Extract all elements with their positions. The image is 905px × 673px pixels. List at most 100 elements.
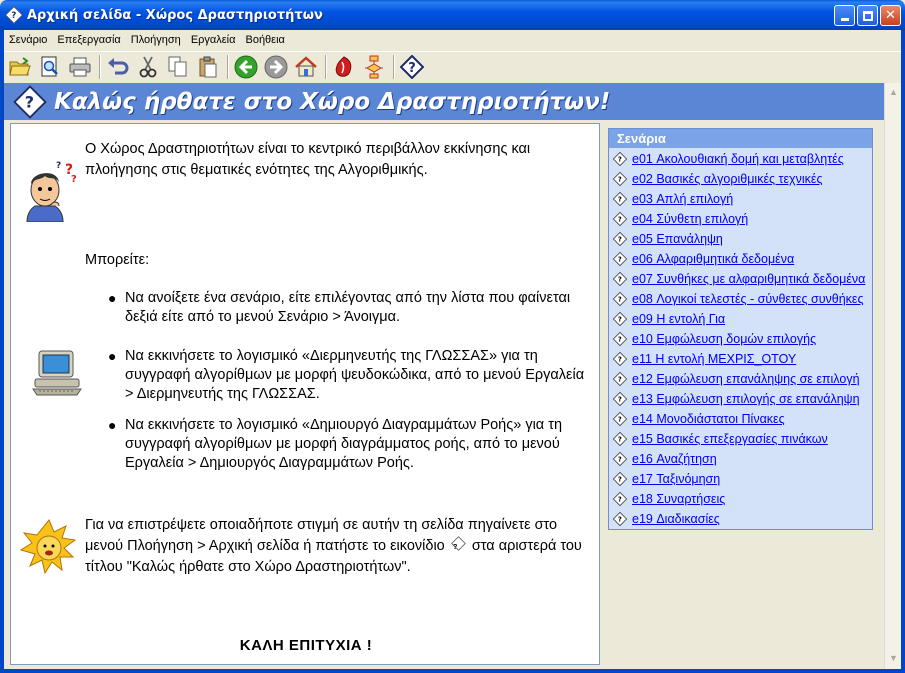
scenario-link[interactable]: e13 Εμφώλευση επιλογής σε επανάληψη: [632, 392, 860, 406]
scenario-help-icon: ?: [612, 431, 628, 447]
intro-text: Ο Χώρος Δραστηριοτήτων είναι το κεντρικό…: [85, 141, 531, 178]
menu-edit[interactable]: Επεξεργασία: [52, 34, 125, 46]
scenario-item-e07[interactable]: ? e07 Συνθήκες με αλφαριθμητικά δεδομένα: [609, 269, 872, 289]
scenario-item-e01[interactable]: ? e01 Ακολουθιακή δομή και μεταβλητές: [609, 149, 872, 169]
you-can-label: Μπορείτε:: [85, 252, 150, 268]
help-button[interactable]: ?: [398, 53, 426, 81]
maximize-button[interactable]: [857, 5, 878, 26]
copy-icon: [168, 56, 187, 76]
scenario-item-e16[interactable]: ? e16 Αναζήτηση: [609, 449, 872, 469]
scenario-help-glyph: ?: [618, 215, 622, 223]
inline-help-icon: ?: [450, 536, 466, 551]
print-icon: [69, 57, 91, 76]
scroll-down-icon[interactable]: ▼: [889, 653, 898, 663]
scenario-link[interactable]: e15 Βασικές επεξεργασίες πινάκων: [632, 432, 828, 446]
forward-button[interactable]: [262, 53, 290, 81]
copy-button[interactable]: [164, 53, 192, 81]
scenario-item-e10[interactable]: ? e10 Εμφώλευση δομών επιλογής: [609, 329, 872, 349]
cut-button[interactable]: [134, 53, 162, 81]
scenario-help-icon: ?: [612, 171, 628, 187]
minimize-button[interactable]: [834, 5, 855, 26]
scenario-link[interactable]: e02 Βασικές αλγοριθμικές τεχνικές: [632, 172, 822, 186]
scenario-item-e05[interactable]: ? e05 Επανάληψη: [609, 229, 872, 249]
toolbar-separator: [99, 54, 101, 79]
scenario-link[interactable]: e12 Εμφώλευση επανάληψης σε επιλογή: [632, 372, 860, 386]
scenario-help-glyph: ?: [618, 235, 622, 243]
toolbar-separator: [393, 54, 395, 79]
scenario-link[interactable]: e01 Ακολουθιακή δομή και μεταβλητές: [632, 152, 844, 166]
scenario-item-e04[interactable]: ? e04 Σύνθετη επιλογή: [609, 209, 872, 229]
toolbar-separator: [325, 54, 327, 79]
scenario-link[interactable]: e09 Η εντολή Για: [632, 312, 725, 326]
menu-navigation[interactable]: Πλοήγηση: [126, 34, 186, 46]
scenario-link[interactable]: e03 Απλή επιλογή: [632, 192, 733, 206]
window-title: Αρχική σελίδα - Χώρος Δραστηριοτήτων: [27, 7, 323, 23]
undo-icon: [108, 57, 129, 74]
preview-icon: [41, 56, 58, 76]
scenario-link[interactable]: e05 Επανάληψη: [632, 232, 723, 246]
scenario-item-e13[interactable]: ? e13 Εμφώλευση επιλογής σε επανάληψη: [609, 389, 872, 409]
scenario-link[interactable]: e19 Διαδικασίες: [632, 512, 720, 526]
scenario-item-e06[interactable]: ? e06 Αλφαριθμητικά δεδομένα: [609, 249, 872, 269]
scroll-up-icon[interactable]: ▲: [889, 87, 898, 97]
scenario-item-e17[interactable]: ? e17 Ταξινόμηση: [609, 469, 872, 489]
scenario-link[interactable]: e10 Εμφώλευση δομών επιλογής: [632, 332, 816, 346]
computer-icon: [32, 350, 82, 396]
scenario-help-glyph: ?: [618, 255, 622, 263]
flowchart-button[interactable]: [360, 53, 388, 81]
option-glossa-interpreter-text: Να εκκινήσετε το λογισμικό «Διερμηνευτής…: [125, 348, 585, 402]
scenario-help-glyph: ?: [618, 315, 622, 323]
print-button[interactable]: [66, 53, 94, 81]
scenario-help-icon: ?: [612, 511, 628, 527]
scenario-item-e08[interactable]: ? e08 Λογικοί τελεστές - σύνθετες συνθήκε…: [609, 289, 872, 309]
menu-tools[interactable]: Εργαλεία: [186, 34, 241, 46]
menu-help[interactable]: Βοήθεια: [240, 34, 289, 46]
scenario-link[interactable]: e07 Συνθήκες με αλφαριθμητικά δεδομένα: [632, 272, 865, 286]
scenario-help-icon: ?: [612, 451, 628, 467]
scenario-list: ? e01 Ακολουθιακή δομή και μεταβλητές ? e0…: [609, 148, 872, 529]
scenario-link[interactable]: e11 Η εντολή ΜΕΧΡΙΣ_ΟΤΟΥ: [632, 352, 796, 366]
scenario-link[interactable]: e08 Λογικοί τελεστές - σύνθετες συνθήκες: [632, 292, 864, 306]
title-bar[interactable]: ? Αρχική σελίδα - Χώρος Δραστηριοτήτων ✕: [0, 0, 905, 30]
flowchart-icon: [365, 55, 383, 78]
scenario-help-icon: ?: [612, 271, 628, 287]
scenario-item-e09[interactable]: ? e09 Η εντολή Για: [609, 309, 872, 329]
paste-button[interactable]: [194, 53, 222, 81]
glossa-interpreter-button[interactable]: [330, 53, 358, 81]
scenario-help-glyph: ?: [618, 155, 622, 163]
scenario-item-e11[interactable]: ? e11 Η εντολή ΜΕΧΡΙΣ_ΟΤΟΥ: [609, 349, 872, 369]
scenario-link[interactable]: e18 Συναρτήσεις: [632, 492, 725, 506]
scenario-item-e18[interactable]: ? e18 Συναρτήσεις: [609, 489, 872, 509]
back-button[interactable]: [232, 53, 260, 81]
scenario-help-icon: ?: [612, 471, 628, 487]
menu-scenario[interactable]: Σενάριο: [4, 34, 52, 46]
home-button[interactable]: [292, 53, 320, 81]
scenario-link[interactable]: e04 Σύνθετη επιλογή: [632, 212, 748, 226]
close-button[interactable]: ✕: [880, 5, 901, 26]
scenario-link[interactable]: e06 Αλφαριθμητικά δεδομένα: [632, 252, 794, 266]
scenario-item-e19[interactable]: ? e19 Διαδικασίες: [609, 509, 872, 529]
scenario-help-glyph: ?: [618, 435, 622, 443]
home-help-icon[interactable]: ?: [13, 84, 47, 119]
preview-button[interactable]: [36, 53, 64, 81]
scenario-link[interactable]: e14 Μονοδιάστατοι Πίνακες: [632, 412, 785, 426]
scenario-help-glyph: ?: [618, 475, 622, 483]
scenario-link[interactable]: e16 Αναζήτηση: [632, 452, 717, 466]
vertical-scrollbar[interactable]: ▲ ▼: [884, 83, 901, 669]
toolbar-separator: [227, 54, 229, 79]
menu-bar: Σενάριο Επεξεργασία Πλοήγηση Εργαλεία Βο…: [4, 30, 901, 50]
open-button[interactable]: [6, 53, 34, 81]
scenario-item-e03[interactable]: ? e03 Απλή επιλογή: [609, 189, 872, 209]
help-icon: ?: [400, 54, 424, 79]
bullet-icon: ●: [108, 348, 117, 364]
scenario-help-glyph: ?: [618, 515, 622, 523]
scenario-item-e14[interactable]: ? e14 Μονοδιάστατοι Πίνακες: [609, 409, 872, 429]
bullet-icon: ●: [108, 290, 117, 306]
scenario-help-icon: ?: [612, 311, 628, 327]
scenario-item-e15[interactable]: ? e15 Βασικές επεξεργασίες πινάκων: [609, 429, 872, 449]
scenario-help-glyph: ?: [618, 415, 622, 423]
undo-button[interactable]: [104, 53, 132, 81]
scenario-item-e12[interactable]: ? e12 Εμφώλευση επανάληψης σε επιλογή: [609, 369, 872, 389]
scenario-item-e02[interactable]: ? e02 Βασικές αλγοριθμικές τεχνικές: [609, 169, 872, 189]
scenario-link[interactable]: e17 Ταξινόμηση: [632, 472, 720, 486]
